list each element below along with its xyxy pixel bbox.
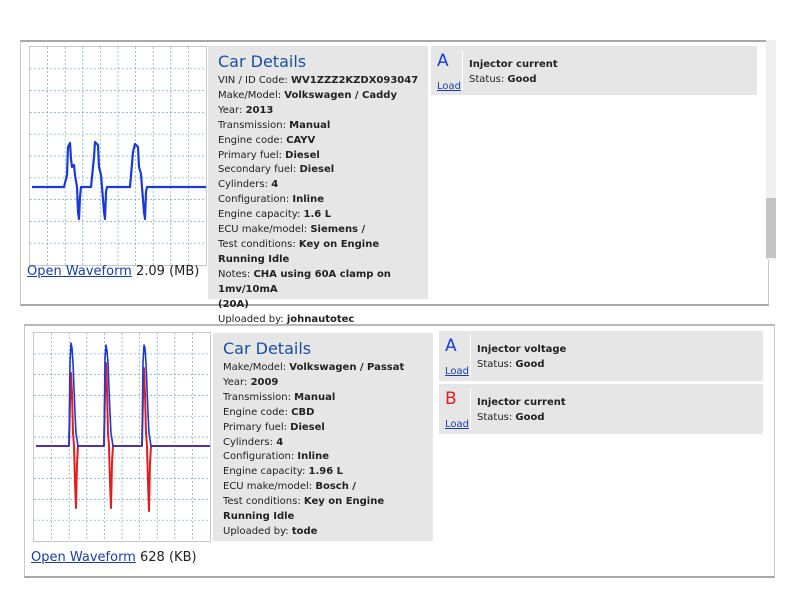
detail-row: Configuration: Inline: [223, 451, 329, 463]
detail-row: Engine code: CAYV: [218, 134, 316, 146]
channel-status: Status: Good: [469, 74, 537, 85]
detail-row: Notes: CHA using 60A clamp on 1mv/10mA: [218, 268, 391, 295]
detail-row: ECU make/model: Bosch /: [223, 481, 356, 493]
channel-a-card: A Load Injector current Status: Good: [431, 46, 757, 95]
waveform-entry-2: Open Waveform 628 (KB) Car Details Make/…: [24, 324, 775, 578]
detail-row: ECU make/model: Siemens /: [218, 224, 366, 236]
car-details-title: Car Details: [218, 52, 307, 71]
detail-row: Configuration: Inline: [218, 194, 324, 206]
detail-row: (20A): [218, 298, 249, 310]
channel-a-trace: [32, 140, 206, 221]
detail-row: Cylinders: 4: [218, 179, 279, 191]
channel-status: Status: Good: [477, 412, 545, 423]
channel-name: Injector current: [469, 59, 558, 70]
channel-name: Injector voltage: [477, 344, 567, 355]
detail-row: Primary fuel: Diesel: [223, 421, 325, 433]
detail-row: Make/Model: Volkswagen / Caddy: [218, 89, 397, 101]
detail-row: Transmission: Manual: [223, 391, 336, 403]
channel-letter: B: [445, 389, 457, 409]
detail-row: Year: 2013: [218, 104, 274, 116]
channel-status: Status: Good: [477, 359, 545, 370]
open-waveform-link[interactable]: Open Waveform: [31, 550, 136, 565]
open-waveform-line-2: Open Waveform 628 (KB): [31, 550, 197, 565]
waveform-thumbnail-2[interactable]: [33, 332, 211, 542]
channel-letter: A: [437, 51, 449, 71]
channel-name: Injector current: [477, 397, 566, 408]
detail-row: Test conditions: Key on Engine Running I…: [218, 238, 380, 265]
detail-row: Secondary fuel: Diesel: [218, 164, 335, 176]
detail-row: Year: 2009: [223, 376, 279, 388]
detail-row: Engine capacity: 1.6 L: [218, 209, 332, 221]
file-size-value: 628: [140, 550, 165, 565]
channel-letter: A: [445, 336, 457, 356]
detail-row: Engine capacity: 1.96 L: [223, 466, 344, 478]
open-waveform-line-1: Open Waveform 2.09 (MB): [27, 264, 199, 279]
detail-row: VIN / ID Code: WV1ZZZ2KZDX093047: [218, 75, 419, 86]
file-size-unit: (MB): [169, 264, 200, 279]
car-details-panel-2: Car Details Make/Model: Volkswagen / Pas…: [213, 333, 433, 541]
detail-row: Test conditions: Key on Engine Running I…: [223, 496, 385, 523]
car-details-title: Car Details: [223, 339, 312, 358]
waveform-grid: [30, 47, 206, 265]
file-size-value: 2.09: [136, 264, 165, 279]
detail-row: Uploaded by: tode: [223, 525, 318, 537]
detail-row: Primary fuel: Diesel: [218, 149, 320, 161]
open-waveform-link[interactable]: Open Waveform: [27, 264, 132, 279]
detail-row: Transmission: Manual: [218, 119, 331, 131]
channel-a-trace: [36, 342, 210, 447]
divider: [470, 388, 471, 430]
car-details-panel-1: Car Details VIN / ID Code: WV1ZZZ2KZDX09…: [208, 46, 428, 325]
waveform-thumbnail-1[interactable]: [29, 46, 207, 266]
waveform-grid: [34, 333, 210, 541]
waveform-entry-1: Open Waveform 2.09 (MB) Car Details VIN …: [20, 40, 769, 325]
load-link[interactable]: Load: [445, 366, 469, 377]
load-link[interactable]: Load: [445, 419, 469, 430]
channel-a-card: A Load Injector voltage Status: Good: [439, 331, 763, 381]
detail-row: Cylinders: 4: [223, 436, 284, 448]
divider: [462, 50, 463, 91]
scrollbar-thumb[interactable]: [766, 198, 776, 258]
load-link[interactable]: Load: [437, 81, 461, 92]
divider: [470, 335, 471, 377]
channel-b-card: B Load Injector current Status: Good: [439, 384, 763, 434]
file-size-unit: (KB): [168, 550, 197, 565]
detail-row: Engine code: CBD: [223, 406, 315, 418]
detail-row: Make/Model: Volkswagen / Passat: [223, 362, 405, 373]
